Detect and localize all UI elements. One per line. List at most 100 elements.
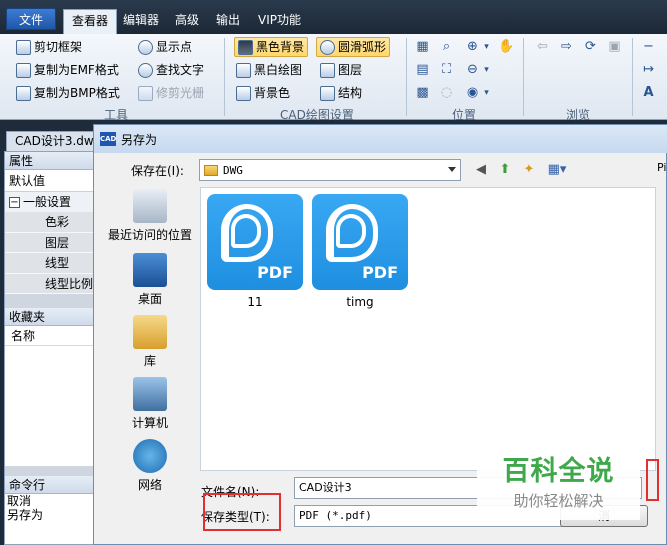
ribbon-tab-bar: 文件 查看器 编辑器 高级 输出 VIP功能: [0, 0, 667, 34]
view-menu-icon[interactable]: ▦▾: [544, 161, 570, 179]
place-network[interactable]: 网络: [102, 439, 198, 493]
place-desktop[interactable]: 桌面: [102, 253, 198, 307]
arrow-left-icon[interactable]: ⇦: [534, 39, 551, 55]
structure-icon: [320, 85, 335, 101]
black-white-button[interactable]: 黑白绘图: [236, 60, 302, 80]
panel-gap: [5, 466, 95, 476]
file-list[interactable]: PDF 11 PDF timg: [200, 187, 656, 471]
trim-raster-button[interactable]: 修剪光栅: [138, 83, 204, 103]
collapse-icon[interactable]: −: [9, 196, 20, 208]
arrow-right-icon[interactable]: ⇨: [558, 39, 575, 55]
grid-icon[interactable]: ▩: [414, 85, 431, 101]
structure-button[interactable]: 结构: [320, 83, 362, 103]
desktop-icon: [133, 253, 167, 287]
side-panel-label: Pi: [657, 161, 667, 174]
command-header: 命令行: [5, 476, 95, 494]
measure-icon[interactable]: ↦: [640, 62, 657, 78]
property-row[interactable]: 线型比例: [5, 273, 95, 294]
tab-advanced[interactable]: 高级: [167, 9, 207, 31]
file-item[interactable]: PDF 11: [205, 194, 305, 309]
file-name: timg: [346, 295, 374, 309]
highlight-box: [203, 493, 281, 531]
layers-icon: [320, 62, 335, 78]
tools-group-label: 工具: [104, 108, 129, 122]
watermark: 百科全说 助你轻松解决: [477, 454, 640, 520]
properties-combo[interactable]: 默认值: [5, 170, 95, 192]
panel-gap: [5, 294, 95, 308]
back-icon[interactable]: ◀: [472, 161, 490, 179]
favorites-list[interactable]: 名称: [5, 326, 95, 466]
computer-icon: [133, 377, 167, 411]
command-output: 取消 另存为: [5, 494, 95, 522]
position-group-label: 位置: [452, 108, 477, 122]
layers-button[interactable]: 图层: [320, 60, 362, 80]
lasso-icon[interactable]: ◌: [438, 85, 455, 101]
tab-editor[interactable]: 编辑器: [115, 9, 167, 31]
text-icon[interactable]: A: [640, 85, 657, 101]
ribbon-panel: 剪切框架 显示点 复制为EMF格式 查找文字 复制为BMP格式 修剪光栅 工具 …: [0, 34, 667, 122]
draw-group-label: CAD绘图设置: [280, 108, 354, 122]
background-color-button[interactable]: 背景色: [236, 83, 290, 103]
zoom-window-icon[interactable]: ⌕: [438, 39, 455, 55]
library-icon: [133, 315, 167, 349]
background-color-icon: [236, 85, 251, 101]
fit-icon[interactable]: ▦: [414, 39, 431, 55]
minus-icon[interactable]: −: [640, 39, 657, 55]
property-row[interactable]: 线型: [5, 253, 95, 274]
favorites-header: 收藏夹: [5, 308, 95, 326]
save-in-label: 保存在(I):: [131, 164, 184, 178]
place-recent[interactable]: 最近访问的位置: [102, 189, 198, 243]
up-folder-icon[interactable]: ⬆: [496, 161, 514, 179]
command-line: 取消: [7, 494, 32, 508]
black-white-icon: [236, 62, 251, 78]
clip-frame-button[interactable]: 剪切框架: [16, 37, 82, 57]
favorites-column-name[interactable]: 名称: [5, 326, 95, 346]
file-item[interactable]: PDF timg: [310, 194, 410, 309]
tab-vip[interactable]: VIP功能: [250, 9, 309, 31]
dialog-title-bar[interactable]: CAD 另存为: [94, 125, 667, 153]
place-library[interactable]: 库: [102, 315, 198, 369]
chevron-down-icon[interactable]: ▾: [478, 39, 495, 55]
chevron-down-icon[interactable]: ▾: [478, 85, 495, 101]
watermark-subtitle: 助你轻松解决: [513, 492, 604, 510]
property-row[interactable]: 图层: [5, 232, 95, 253]
command-line: 另存为: [7, 508, 44, 522]
place-computer[interactable]: 计算机: [102, 377, 198, 431]
black-background-button[interactable]: 黑色背景: [234, 37, 309, 57]
network-icon: [133, 439, 167, 473]
group-separator: [224, 38, 225, 116]
highlight-box: [646, 459, 659, 501]
tab-output[interactable]: 输出: [208, 9, 248, 31]
fullscreen-icon[interactable]: ⛶: [438, 62, 455, 78]
copy-emf-button[interactable]: 复制为EMF格式: [16, 60, 119, 80]
find-text-button[interactable]: 查找文字: [138, 60, 204, 80]
new-folder-icon[interactable]: ✦: [520, 161, 538, 179]
extents-icon[interactable]: ▤: [414, 62, 431, 78]
crosshair-icon: [138, 39, 153, 55]
tab-viewer[interactable]: 查看器: [63, 9, 118, 34]
pdf-file-icon: PDF: [207, 194, 303, 290]
chevron-down-icon[interactable]: ▾: [478, 62, 495, 78]
folder-icon: [204, 164, 218, 176]
copy-bmp-button[interactable]: 复制为BMP格式: [16, 83, 120, 103]
emf-icon: [16, 62, 31, 78]
browse-group-label: 浏览: [566, 108, 591, 122]
file-name: 11: [247, 295, 263, 309]
clip-frame-icon: [16, 39, 31, 55]
pan-hand-icon[interactable]: ✋: [498, 39, 515, 55]
group-separator: [523, 38, 524, 116]
chevron-down-icon: [448, 167, 456, 172]
tab-file[interactable]: 文件: [6, 8, 56, 30]
document-tab[interactable]: CAD设计3.dwg: [6, 131, 94, 151]
dialog-title: 另存为: [121, 132, 158, 147]
category-general[interactable]: − 一般设置: [5, 192, 95, 212]
smooth-arc-button[interactable]: 圆滑弧形: [316, 37, 391, 57]
property-row[interactable]: 色彩: [5, 212, 95, 233]
page-icon[interactable]: ▣: [606, 39, 623, 55]
smooth-arc-icon: [320, 39, 335, 55]
show-points-button[interactable]: 显示点: [138, 37, 192, 57]
group-separator: [632, 38, 633, 116]
refresh-icon[interactable]: ⟳: [582, 39, 599, 55]
save-in-dropdown[interactable]: DWG: [199, 159, 461, 181]
trim-raster-icon: [138, 85, 153, 101]
